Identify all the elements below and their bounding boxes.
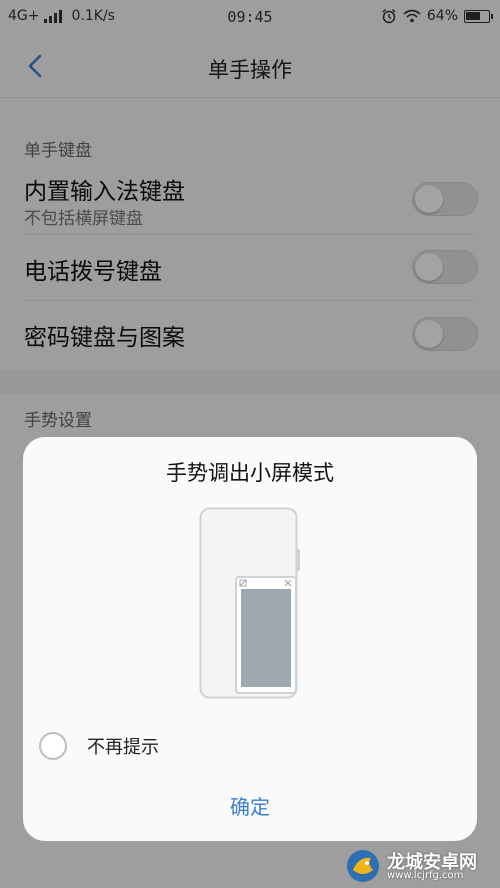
dialog-title: 手势调出小屏模式 [166, 461, 334, 485]
gesture-dialog: 手势调出小屏模式 不再提示 确定 [23, 437, 477, 841]
dont-remind-option[interactable]: 不再提示 [39, 731, 159, 761]
watermark-url: www.lcjrfg.com [387, 870, 464, 881]
dont-remind-radio[interactable] [39, 732, 67, 760]
watermark-logo [347, 850, 379, 882]
small-screen-mode-illustration [199, 507, 300, 699]
dont-remind-label: 不再提示 [87, 737, 159, 758]
watermark: 龙城安卓网 www.lcjrfg.com [345, 846, 495, 886]
confirm-button[interactable]: 确定 [23, 789, 477, 825]
